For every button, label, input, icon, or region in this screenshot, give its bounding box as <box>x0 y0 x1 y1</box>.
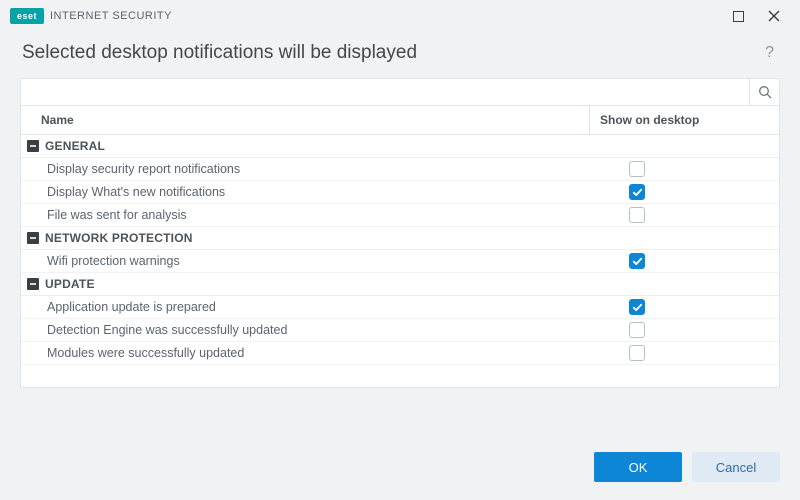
show-on-desktop-checkbox[interactable] <box>629 299 645 315</box>
column-header-show[interactable]: Show on desktop <box>589 106 779 134</box>
group-label: NETWORK PROTECTION <box>45 231 193 245</box>
table-row[interactable]: Detection Engine was successfully update… <box>21 319 779 342</box>
table-header: Name Show on desktop <box>21 106 779 135</box>
collapse-icon[interactable] <box>27 278 39 290</box>
show-on-desktop-checkbox[interactable] <box>629 345 645 361</box>
page-title: Selected desktop notifications will be d… <box>22 42 761 64</box>
table-row[interactable]: Display What's new notifications <box>21 181 779 204</box>
item-name: Display What's new notifications <box>21 181 589 203</box>
collapse-icon[interactable] <box>27 232 39 244</box>
item-check-cell <box>589 161 779 177</box>
notifications-table: Name Show on desktop GENERAL Display secu… <box>20 78 780 388</box>
table-row[interactable]: Wifi protection warnings <box>21 250 779 273</box>
help-icon: ? <box>765 44 774 61</box>
column-header-name[interactable]: Name <box>21 106 589 134</box>
titlebar: eset INTERNET SECURITY <box>0 0 800 32</box>
show-on-desktop-checkbox[interactable] <box>629 161 645 177</box>
help-button[interactable]: ? <box>761 42 778 64</box>
item-check-cell <box>589 299 779 315</box>
show-on-desktop-checkbox[interactable] <box>629 184 645 200</box>
item-check-cell <box>589 345 779 361</box>
search-button[interactable] <box>749 79 779 105</box>
collapse-icon[interactable] <box>27 140 39 152</box>
brand-product: INTERNET SECURITY <box>50 10 172 22</box>
item-check-cell <box>589 322 779 338</box>
group-row[interactable]: GENERAL <box>21 135 779 158</box>
group-row[interactable]: NETWORK PROTECTION <box>21 227 779 250</box>
maximize-button[interactable] <box>720 2 756 30</box>
search-input[interactable] <box>21 79 749 105</box>
group-row[interactable]: UPDATE <box>21 273 779 296</box>
show-on-desktop-checkbox[interactable] <box>629 207 645 223</box>
item-check-cell <box>589 184 779 200</box>
show-on-desktop-checkbox[interactable] <box>629 253 645 269</box>
table-row[interactable]: File was sent for analysis <box>21 204 779 227</box>
close-button[interactable] <box>756 2 792 30</box>
search-row <box>21 79 779 106</box>
maximize-icon <box>733 11 744 22</box>
cancel-button[interactable]: Cancel <box>692 452 780 482</box>
item-name: Detection Engine was successfully update… <box>21 319 589 341</box>
table-row[interactable]: Modules were successfully updated <box>21 342 779 365</box>
table-row[interactable]: Application update is prepared <box>21 296 779 319</box>
show-on-desktop-checkbox[interactable] <box>629 322 645 338</box>
group-label: GENERAL <box>45 139 105 153</box>
item-name: Application update is prepared <box>21 296 589 318</box>
table-body: GENERAL Display security report notificat… <box>21 135 779 365</box>
dialog-footer: OK Cancel <box>0 388 800 500</box>
item-check-cell <box>589 207 779 223</box>
item-name: Modules were successfully updated <box>21 342 589 364</box>
dialog-window: eset INTERNET SECURITY Selected desktop … <box>0 0 800 500</box>
item-name: Wifi protection warnings <box>21 250 589 272</box>
ok-button[interactable]: OK <box>594 452 682 482</box>
search-icon <box>758 85 772 99</box>
subtitle-row: Selected desktop notifications will be d… <box>0 32 800 78</box>
brand: eset INTERNET SECURITY <box>10 8 172 24</box>
close-icon <box>768 10 780 22</box>
item-name: Display security report notifications <box>21 158 589 180</box>
group-label: UPDATE <box>45 277 95 291</box>
table-row[interactable]: Display security report notifications <box>21 158 779 181</box>
item-name: File was sent for analysis <box>21 204 589 226</box>
item-check-cell <box>589 253 779 269</box>
brand-logo: eset <box>10 8 44 24</box>
